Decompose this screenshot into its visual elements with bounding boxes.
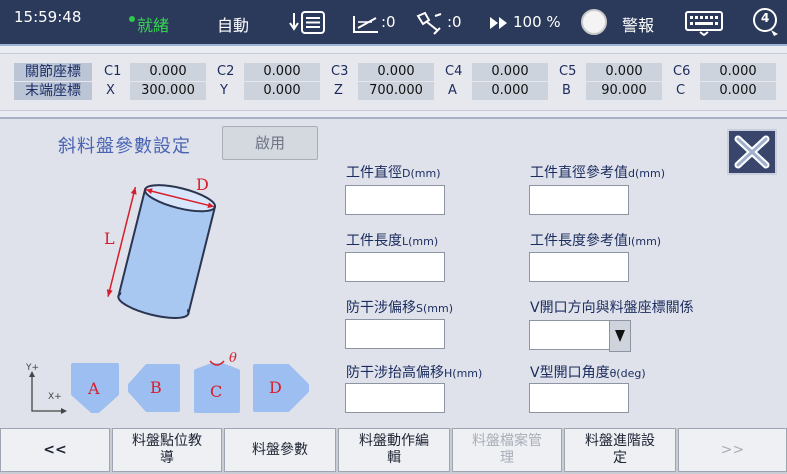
- axis-c3: C3: [331, 64, 349, 79]
- cartesian-coords-label: 末端座標: [14, 82, 92, 100]
- tray-point-teach-button[interactable]: 料盤點位教導: [112, 428, 222, 472]
- axis-c2: C2: [217, 64, 235, 79]
- close-icon: [734, 135, 770, 169]
- value-a: 0.000: [472, 82, 548, 100]
- tray-motion-edit-button[interactable]: 料盤動作編輯: [338, 428, 450, 472]
- value-c6: 0.000: [700, 63, 776, 81]
- shape-a-label: A: [88, 379, 100, 398]
- cylinder-diagram: [106, 184, 217, 319]
- tilted-tray-settings-panel: 斜料盤參數設定 啟用 D L Y+ X+ A B C θ D 工件直徑D(mm)…: [0, 117, 787, 429]
- value-c1: 0.000: [130, 63, 206, 81]
- diameter-ref-field-label: 工件直徑參考值d(mm): [530, 165, 665, 181]
- offset-field-label: 防干涉偏移S(mm): [346, 300, 453, 316]
- mode-label[interactable]: 自動: [217, 12, 249, 36]
- page-title: 斜料盤參數設定: [58, 136, 191, 157]
- length-input[interactable]: [345, 252, 445, 282]
- speed-icon: [490, 17, 507, 29]
- status-bar-divider: [0, 44, 787, 46]
- length-ref-input[interactable]: [529, 252, 629, 282]
- user-level-number: 4: [761, 11, 770, 25]
- value-x: 300.000: [130, 82, 206, 100]
- status-bar: 15:59:48 就緒 自動 :0 :0 100 % 警報 4: [0, 0, 787, 46]
- axis-c1: C1: [104, 64, 122, 79]
- axis-c6: C6: [673, 64, 691, 79]
- value-c2: 0.000: [244, 63, 320, 81]
- theta-label: θ: [229, 351, 237, 366]
- servo-status-icon[interactable]: [580, 8, 608, 36]
- joint-coords-label: 關節座標: [14, 63, 92, 81]
- prev-page-button[interactable]: <<: [0, 428, 110, 472]
- softkey-bar: << 料盤點位教導 料盤參數 料盤動作編輯 料盤檔案管理 料盤進階設定 >>: [0, 428, 787, 474]
- base-frame-icon[interactable]: [352, 12, 380, 34]
- value-b: 90.000: [586, 82, 662, 100]
- clock: 15:59:48: [14, 8, 82, 26]
- y-axis-label: Y+: [26, 363, 40, 373]
- coordinate-panel: 關節座標 末端座標 C1 0.000 C2 0.000 C3 0.000 C4 …: [0, 53, 787, 111]
- close-button[interactable]: [727, 129, 777, 175]
- ready-status: 就緒: [137, 16, 170, 35]
- axis-y: Y: [220, 83, 228, 98]
- program-list-icon[interactable]: [289, 10, 327, 36]
- tray-params-button[interactable]: 料盤參數: [224, 428, 336, 472]
- ready-indicator-icon: [129, 16, 135, 22]
- v-direction-field-label: V開口方向與料盤座標關係: [530, 300, 694, 316]
- axis-c4: C4: [445, 64, 463, 79]
- diameter-input[interactable]: [345, 185, 445, 215]
- value-y: 0.000: [244, 82, 320, 100]
- alarm-label[interactable]: 警報: [622, 12, 654, 36]
- shape-b-label: B: [150, 378, 162, 397]
- length-ref-field-label: 工件長度參考值l(mm): [530, 233, 662, 249]
- diameter-label: D: [196, 175, 209, 194]
- tool-frame-icon[interactable]: [415, 10, 445, 36]
- v-direction-dropdown-button[interactable]: [609, 320, 631, 352]
- x-axis-label: X+: [48, 392, 62, 402]
- keyboard-icon[interactable]: [684, 10, 724, 36]
- value-z: 700.000: [358, 82, 434, 100]
- length-label: L: [104, 229, 115, 248]
- v-angle-field-label: V型開口角度θ(deg): [530, 365, 646, 381]
- lift-offset-input[interactable]: [345, 383, 445, 413]
- tool-counter: :0: [447, 13, 462, 31]
- diameter-field-label: 工件直徑D(mm): [346, 165, 441, 181]
- tray-file-mgmt-button[interactable]: 料盤檔案管理: [452, 428, 562, 472]
- enable-button[interactable]: 啟用: [222, 126, 318, 160]
- axis-b: B: [562, 83, 571, 98]
- next-page-button[interactable]: >>: [678, 428, 787, 472]
- shape-c-label: C: [210, 382, 223, 401]
- diameter-ref-input[interactable]: [529, 185, 629, 215]
- axis-x: X: [106, 83, 115, 98]
- v-angle-input[interactable]: [529, 383, 629, 413]
- base-counter: :0: [381, 13, 396, 31]
- lift-offset-field-label: 防干涉抬高偏移H(mm): [346, 365, 483, 381]
- value-c4: 0.000: [472, 63, 548, 81]
- axis-z: Z: [334, 83, 343, 98]
- length-field-label: 工件長度L(mm): [346, 233, 439, 249]
- tray-advanced-button[interactable]: 料盤進階設定: [564, 428, 676, 472]
- shape-d-label: D: [269, 378, 282, 397]
- value-c3: 0.000: [358, 63, 434, 81]
- axis-a: A: [448, 83, 457, 98]
- value-c: 0.000: [700, 82, 776, 100]
- speed-value[interactable]: 100 %: [513, 13, 561, 31]
- axis-c5: C5: [559, 64, 577, 79]
- value-c5: 0.000: [586, 63, 662, 81]
- offset-input[interactable]: [345, 319, 445, 349]
- triangle-down-icon: [615, 330, 625, 342]
- axis-c: C: [676, 83, 686, 98]
